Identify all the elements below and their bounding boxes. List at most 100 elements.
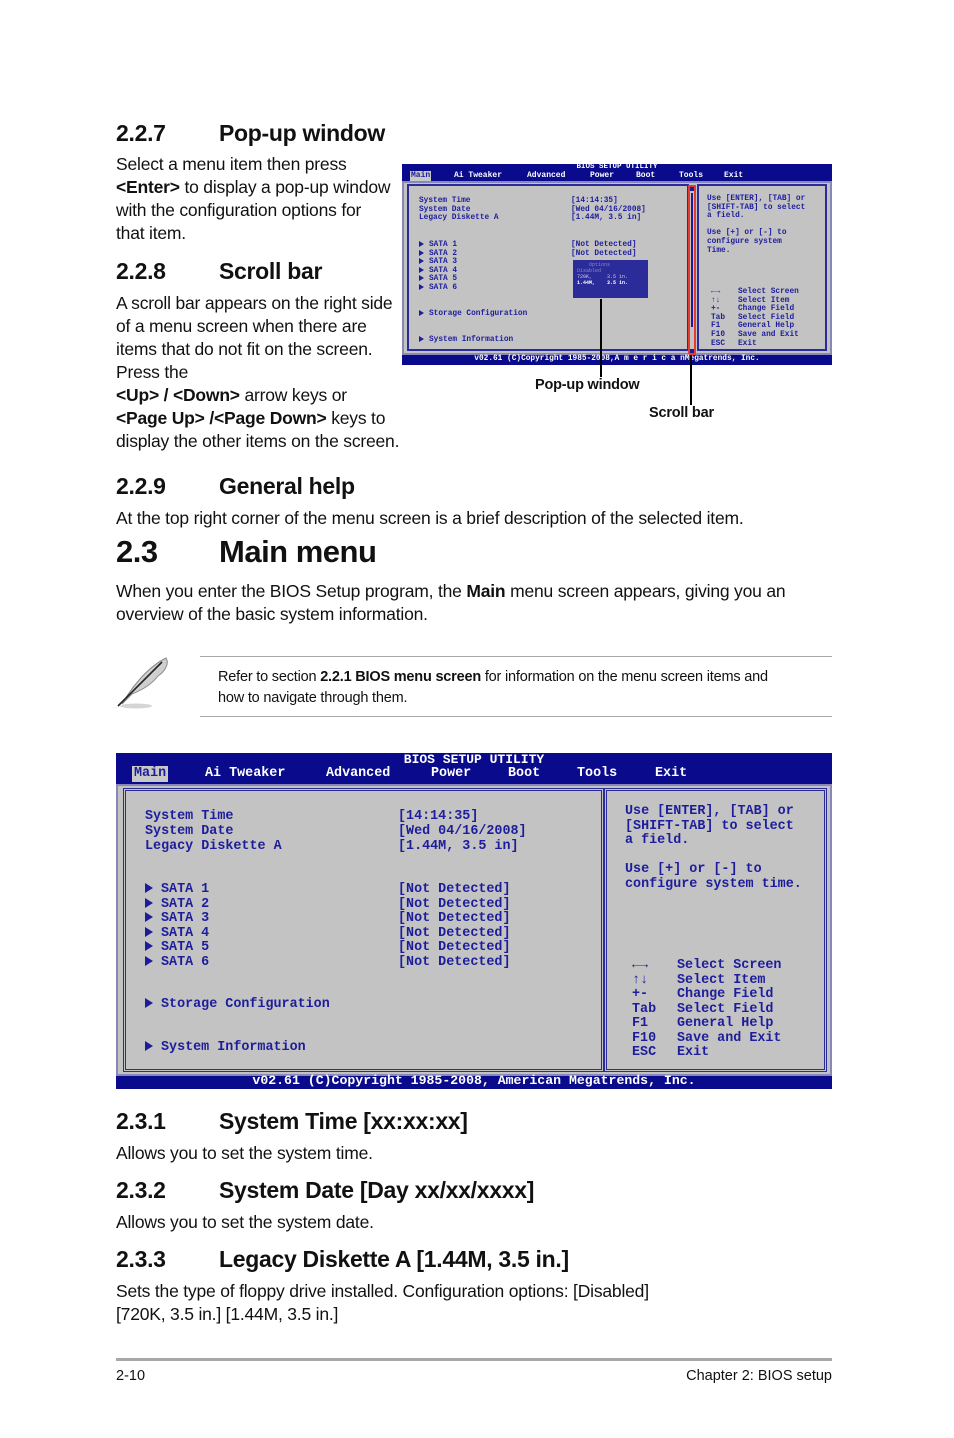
text: Press the	[116, 362, 189, 382]
submenu-item[interactable]: Storage Configuration	[419, 310, 527, 319]
up-down-arrows-icon: ↑↓	[711, 296, 721, 305]
key-label: Tab	[711, 313, 726, 322]
menu-tab-exit[interactable]: Exit	[723, 171, 744, 181]
submenu-item[interactable]: Storage Configuration	[145, 998, 330, 1012]
key-legend-row: Tab Select Field	[632, 1001, 773, 1017]
menu-tab-advanced[interactable]: Advanced	[526, 171, 566, 181]
help-text: Time.	[707, 247, 730, 256]
field-value[interactable]: [14:14:35]	[571, 197, 618, 206]
bold-text: <Enter>	[116, 177, 180, 197]
heading-2-2-8: 2.2.8 Scroll bar	[116, 258, 322, 285]
menu-tab-advanced[interactable]: Advanced	[324, 766, 392, 782]
text-line: that item.	[116, 222, 406, 245]
key-legend-row: ESC Exit	[632, 1046, 709, 1060]
key-description: Change Field	[677, 987, 774, 1002]
field-label[interactable]: Legacy Diskette A	[145, 840, 282, 854]
sata-item[interactable]: SATA 5	[145, 941, 209, 955]
menu-tab-ai-tweaker[interactable]: Ai Tweaker	[203, 766, 287, 782]
text-line: Select a menu item then press	[116, 153, 406, 176]
sata-value[interactable]: [Not Detected]	[571, 241, 637, 250]
help-text: configure system	[707, 238, 782, 247]
sata-item[interactable]: SATA 3	[145, 912, 209, 926]
text-line: of a menu screen when there are	[116, 315, 416, 338]
menu-tab-exit[interactable]: Exit	[653, 766, 689, 782]
sata-value[interactable]: [Not Detected]	[571, 250, 637, 259]
menu-tab-main[interactable]: Main	[132, 766, 169, 782]
field-label[interactable]: System Time	[419, 197, 470, 206]
menu-tab-tools[interactable]: Tools	[575, 766, 619, 782]
scroll-thumb[interactable]	[691, 193, 693, 327]
submenu-arrow-icon	[145, 998, 153, 1009]
bios-footer: v02.61 (C)Copyright 1985-2008,A m e r i …	[474, 355, 760, 363]
field-value[interactable]: [14:14:35]	[398, 810, 478, 824]
sata-value[interactable]: [Not Detected]	[398, 912, 511, 926]
help-text: configure system time.	[625, 877, 802, 892]
up-down-arrows-icon: ↑↓	[632, 972, 649, 988]
field-label[interactable]: System Date	[419, 206, 470, 215]
popup-option[interactable]: 1.44M, 3.5 in.	[577, 280, 644, 286]
key-description: Exit	[677, 1045, 710, 1060]
field-value-text: [1.44M, 3.5 in]	[571, 214, 642, 223]
sata-value[interactable]: [Not Detected]	[398, 883, 511, 897]
sata-item[interactable]: SATA 5	[419, 275, 457, 284]
section-number: 2.3	[116, 534, 158, 569]
text: of a menu screen when there are	[116, 316, 367, 336]
field-label[interactable]: System Time	[145, 810, 233, 824]
submenu-item[interactable]: System Information	[419, 336, 513, 345]
sata-item[interactable]: SATA 4	[145, 926, 209, 941]
sata-item-text: SATA 5	[161, 940, 210, 955]
text: [720K, 3.5 in.] [1.44M, 3.5 in.]	[116, 1304, 339, 1324]
menu-tab-boot[interactable]: Boot	[506, 766, 542, 782]
sata-value[interactable]: [Not Detected]	[398, 955, 511, 970]
sata-item-text: SATA 1	[161, 882, 210, 897]
key-label: F1	[632, 1016, 649, 1031]
submenu-item[interactable]: System Information	[145, 1041, 306, 1055]
scroll-bar[interactable]	[688, 185, 696, 355]
field-label[interactable]: System Date	[145, 825, 233, 839]
menu-tab-tools[interactable]: Tools	[678, 171, 704, 181]
key-label: Tab	[632, 1001, 657, 1017]
sata-item[interactable]: SATA 6	[419, 284, 457, 293]
bios-title: BIOS SETUP UTILITY	[403, 752, 545, 767]
legacy-diskette-description: Sets the type of floppy drive installed.…	[116, 1280, 649, 1326]
sata-item[interactable]: SATA 1	[419, 241, 457, 250]
scrollbar-pointer-line	[690, 355, 692, 405]
field-value[interactable]: [1.44M, 3.5 in]	[398, 840, 519, 854]
submenu-arrow-icon	[419, 284, 424, 290]
heading-2-2-7: 2.2.7 Pop-up window	[116, 120, 385, 147]
scroll-up-arrow-icon[interactable]	[690, 187, 694, 191]
sata-item[interactable]: SATA 2	[145, 897, 209, 912]
menu-tab-power[interactable]: Power	[589, 171, 615, 181]
text: menu screen appears, giving you an	[505, 581, 786, 601]
field-label[interactable]: Legacy Diskette A	[419, 214, 499, 223]
field-value-text: [Wed 04/16/2008]	[398, 824, 527, 839]
note-text: Refer to section 2.2.1 BIOS menu screen …	[218, 667, 768, 709]
field-value[interactable]: [Wed 04/16/2008]	[571, 206, 646, 215]
submenu-arrow-icon	[419, 258, 424, 265]
menu-tab-main[interactable]: Main	[410, 171, 432, 181]
sata-item[interactable]: SATA 3	[419, 258, 457, 267]
help-text-text: Use [+] or [-] to	[625, 862, 762, 877]
help-text-text: [SHIFT-TAB] to select	[625, 818, 794, 834]
key-legend-row: ↑↓ Select Item	[632, 972, 765, 988]
sata-value[interactable]: [Not Detected]	[398, 926, 511, 941]
sata-value-text: [Not Detected]	[398, 940, 511, 955]
sata-item[interactable]: SATA 2	[419, 249, 457, 259]
sata-item[interactable]: SATA 1	[145, 883, 209, 897]
popup-window[interactable]: Options Disabled 720K, 3.5 in. 1.44M, 3.5 …	[573, 260, 648, 298]
scroll-down-arrow-icon[interactable]	[690, 349, 694, 353]
help-text-text: Time.	[707, 246, 731, 255]
menu-tab-ai-tweaker[interactable]: Ai Tweaker	[453, 171, 503, 181]
sata-value[interactable]: [Not Detected]	[398, 941, 511, 955]
sata-item[interactable]: SATA 6	[145, 955, 209, 970]
menu-tab-power[interactable]: Power	[429, 766, 473, 782]
field-value-text: [Wed 04/16/2008]	[571, 205, 646, 214]
sata-value-text: [Not Detected]	[571, 249, 637, 258]
field-value[interactable]: [1.44M, 3.5 in]	[571, 214, 641, 223]
field-value[interactable]: [Wed 04/16/2008]	[398, 825, 527, 839]
sata-value[interactable]: [Not Detected]	[398, 897, 511, 912]
text: with the configuration options for	[116, 200, 362, 220]
sata-item[interactable]: SATA 4	[419, 266, 457, 276]
menu-tab-boot[interactable]: Boot	[635, 171, 656, 181]
text-line: with the configuration options for	[116, 199, 406, 222]
